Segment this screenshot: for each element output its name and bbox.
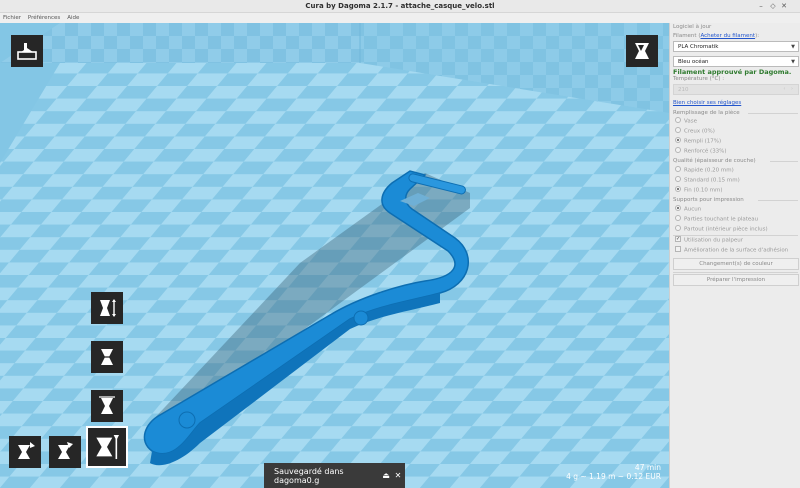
quality-group-title: Qualité (épaisseur de couche) bbox=[673, 158, 756, 164]
check-icon: ✓ bbox=[675, 236, 681, 242]
rotate-tool-icon bbox=[99, 396, 115, 414]
view-mode-button[interactable] bbox=[626, 35, 658, 67]
radio-icon bbox=[675, 166, 681, 172]
window-title: Cura by Dagoma 2.1.7 - attache_casque_ve… bbox=[305, 2, 495, 10]
view-mode-icon bbox=[635, 43, 649, 59]
temperature-input[interactable]: 210 ‹ › bbox=[673, 84, 799, 95]
rotate-x-tool-button[interactable] bbox=[9, 436, 41, 468]
scale-tool-button[interactable] bbox=[91, 292, 123, 324]
fill-option-label: Rempli (17%) bbox=[684, 138, 722, 145]
settings-panel: Logiciel à jour Filament (Acheter du fil… bbox=[669, 23, 800, 488]
quality-option-label: Standard (0.15 mm) bbox=[684, 177, 740, 184]
fill-option-hollow[interactable]: Creux (0%) bbox=[675, 127, 715, 135]
fill-group-title: Remplissage de la pièce bbox=[673, 110, 740, 116]
quality-option-standard[interactable]: Standard (0.15 mm) bbox=[675, 176, 740, 184]
mirror-tool-button[interactable] bbox=[91, 341, 123, 373]
radio-icon bbox=[675, 215, 681, 221]
temperature-label: Température (°C) : bbox=[673, 76, 725, 82]
fill-option-filled[interactable]: Rempli (17%) bbox=[675, 137, 722, 145]
divider bbox=[673, 272, 798, 273]
maximize-button[interactable]: ◇ bbox=[768, 1, 778, 11]
fill-option-vase[interactable]: Vase bbox=[675, 117, 697, 125]
scale-tool-icon bbox=[100, 299, 116, 317]
save-notification-text: Sauvegardé dans dagoma0.g bbox=[274, 466, 344, 485]
save-notification: Sauvegardé dans dagoma0.g ⏏ ✕ bbox=[264, 463, 405, 488]
rotate-x-tool-icon bbox=[18, 442, 35, 459]
close-button[interactable]: ✕ bbox=[779, 1, 789, 11]
rotate-z-tool-button[interactable] bbox=[86, 426, 128, 468]
fill-option-label: Renforcé (33%) bbox=[684, 148, 727, 155]
radio-icon bbox=[675, 225, 681, 231]
filament-color-value: Bleu océan bbox=[678, 59, 709, 65]
menu-help[interactable]: Aide bbox=[65, 13, 81, 21]
filament-type-value: PLA Chromatik bbox=[678, 44, 719, 50]
divider bbox=[770, 161, 798, 162]
minimize-button[interactable]: – bbox=[756, 1, 766, 11]
divider bbox=[758, 200, 798, 201]
quality-option-fast[interactable]: Rapide (0.20 mm) bbox=[675, 166, 734, 174]
prepare-print-button[interactable]: Préparer l'impression bbox=[673, 274, 799, 286]
buy-filament-link[interactable]: Acheter du filament bbox=[700, 33, 755, 39]
rotate-z-tool-icon bbox=[96, 435, 119, 459]
supports-option-label: Parties touchant le plateau bbox=[684, 216, 759, 223]
color-change-button[interactable]: Changement(s) de couleur bbox=[673, 258, 799, 270]
filament-type-select[interactable]: PLA Chromatik ▼ bbox=[673, 41, 799, 52]
back-wall bbox=[0, 23, 360, 63]
fill-option-label: Vase bbox=[684, 118, 697, 125]
radio-icon bbox=[675, 117, 681, 123]
rotate-y-tool-icon bbox=[58, 442, 73, 459]
print-estimate: 47 min 4 g ~ 1.19 m ~ 0.12 EUR bbox=[566, 463, 661, 481]
divider bbox=[673, 235, 798, 236]
settings-help-link[interactable]: Bien choisir ses réglages bbox=[673, 100, 741, 106]
rotate-y-tool-button[interactable] bbox=[49, 436, 81, 468]
radio-selected-icon bbox=[675, 186, 681, 192]
supports-option-label: Aucun bbox=[684, 206, 702, 213]
checkbox-empty-icon bbox=[675, 246, 681, 252]
radio-icon bbox=[675, 176, 681, 182]
radio-icon bbox=[675, 147, 681, 153]
title-bar: Cura by Dagoma 2.1.7 - attache_casque_ve… bbox=[0, 0, 800, 13]
3d-viewport[interactable]: Sauvegardé dans dagoma0.g ⏏ ✕ 47 min 4 g… bbox=[0, 23, 669, 488]
load-model-icon bbox=[17, 43, 37, 60]
radio-selected-icon bbox=[675, 205, 681, 211]
eject-icon[interactable]: ⏏ bbox=[381, 471, 391, 480]
divider bbox=[748, 113, 798, 114]
fill-option-label: Creux (0%) bbox=[684, 128, 715, 135]
chevron-down-icon: ▼ bbox=[791, 59, 795, 65]
supports-option-plate[interactable]: Parties touchant le plateau bbox=[675, 215, 759, 223]
close-icon[interactable]: ✕ bbox=[393, 471, 403, 480]
print-summary: 4 g ~ 1.19 m ~ 0.12 EUR bbox=[566, 472, 661, 481]
supports-option-everywhere[interactable]: Partout (intérieur pièce inclus) bbox=[675, 225, 768, 233]
print-time: 47 min bbox=[634, 463, 661, 472]
adhesion-checkbox[interactable]: Amélioration de la surface d'adhésion bbox=[675, 246, 789, 254]
fill-option-reinforced[interactable]: Renforcé (33%) bbox=[675, 147, 727, 155]
mirror-tool-icon bbox=[98, 349, 116, 365]
spin-arrows-icon[interactable]: ‹ › bbox=[783, 86, 795, 92]
quality-option-fine[interactable]: Fin (0.10 mm) bbox=[675, 186, 723, 194]
quality-option-label: Fin (0.10 mm) bbox=[684, 187, 723, 194]
menu-preferences[interactable]: Préférences bbox=[26, 13, 62, 21]
menu-file[interactable]: Fichier bbox=[1, 13, 23, 21]
filament-label-end: ): bbox=[755, 33, 760, 39]
rotate-tool-button[interactable] bbox=[91, 390, 123, 422]
open-file-button[interactable] bbox=[11, 35, 43, 67]
radio-icon bbox=[675, 127, 681, 133]
adhesion-checkbox-label: Amélioration de la surface d'adhésion bbox=[684, 247, 789, 254]
supports-option-label: Partout (intérieur pièce inclus) bbox=[684, 226, 768, 233]
menu-bar: Fichier Préférences Aide bbox=[0, 13, 800, 23]
probe-checkbox-label: Utilisation du palpeur bbox=[684, 237, 744, 244]
quality-option-label: Rapide (0.20 mm) bbox=[684, 167, 734, 174]
chevron-down-icon: ▼ bbox=[791, 44, 795, 50]
radio-selected-icon bbox=[675, 137, 681, 143]
temperature-value: 210 bbox=[678, 87, 689, 93]
filament-approved-text: Filament approuvé par Dagoma. bbox=[673, 68, 792, 76]
filament-label: Filament (Acheter du filament): bbox=[673, 33, 759, 39]
filament-label-text: Filament ( bbox=[673, 33, 701, 39]
update-status: Logiciel à jour bbox=[673, 24, 712, 30]
filament-color-select[interactable]: Bleu océan ▼ bbox=[673, 56, 799, 67]
supports-option-none[interactable]: Aucun bbox=[675, 205, 702, 213]
supports-group-title: Supports pour impression bbox=[673, 197, 744, 203]
probe-checkbox[interactable]: ✓ Utilisation du palpeur bbox=[675, 236, 744, 244]
